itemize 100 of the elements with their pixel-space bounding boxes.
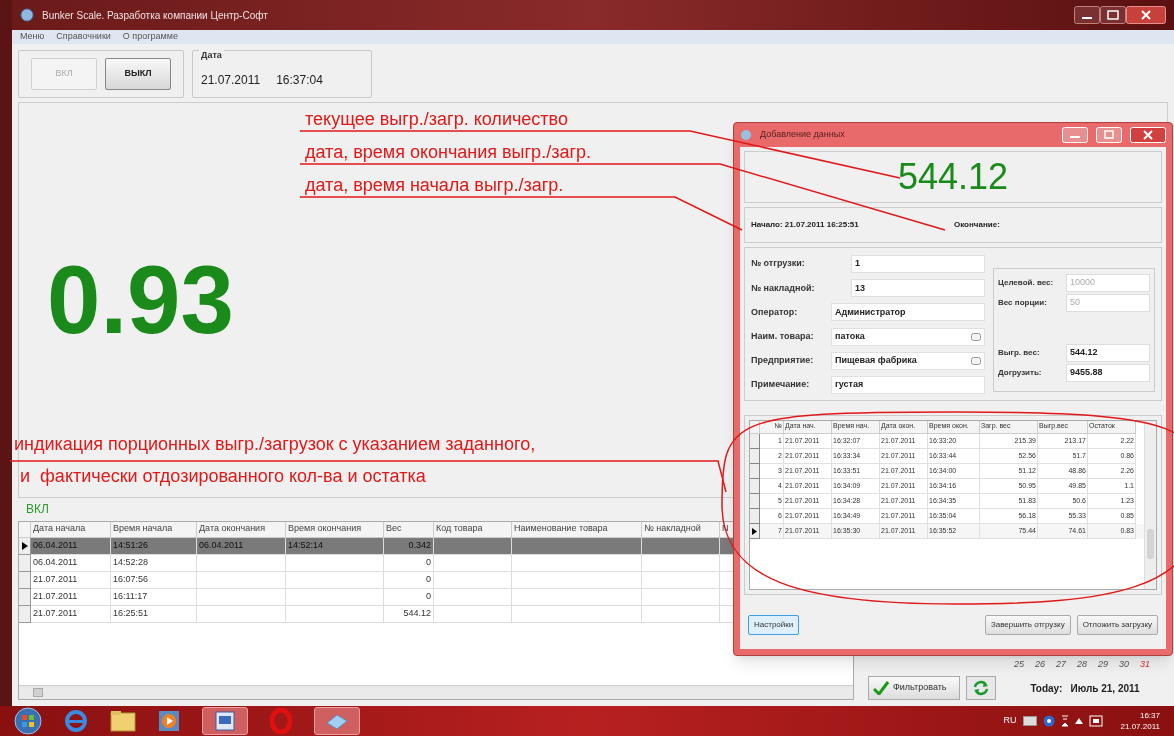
date-text: 21.07.2011 xyxy=(201,72,261,89)
input-field[interactable]: 9455.88 xyxy=(1066,364,1150,382)
close-button[interactable] xyxy=(1126,6,1166,24)
table-cell: 544.12 xyxy=(384,606,434,623)
field-label: Выгр. вес: xyxy=(998,347,1041,359)
table-cell: 14:52:14 xyxy=(286,538,384,555)
input-field[interactable]: 544.12 xyxy=(1066,344,1150,362)
today-label: Today: xyxy=(1030,681,1063,696)
row-pointer-icon xyxy=(21,542,28,550)
ellipsis-button[interactable] xyxy=(971,356,981,365)
power-button[interactable]: ВЫКЛ xyxy=(105,58,171,90)
group-title: Дата xyxy=(199,49,224,63)
vertical-scrollbar[interactable] xyxy=(1144,421,1156,589)
time-text: 16:37:04 xyxy=(276,72,323,89)
weight-readout: 544.12 xyxy=(897,159,1009,195)
network-icon[interactable] xyxy=(1060,714,1069,728)
table-cell: 21.07.2011 xyxy=(31,589,111,606)
row-pointer-icon xyxy=(752,527,757,535)
end-time: Окончание: xyxy=(954,219,1000,231)
keyboard-icon[interactable] xyxy=(1022,716,1037,726)
tray-arrow-icon[interactable] xyxy=(1074,718,1083,724)
input-field[interactable]: 13 xyxy=(851,279,985,298)
row-selector[interactable] xyxy=(19,538,31,555)
minimize-button[interactable] xyxy=(1074,6,1100,24)
column-header[interactable]: Время начала xyxy=(111,522,197,538)
column-header[interactable]: Дата начала xyxy=(31,522,111,538)
table-cell: 0 xyxy=(384,572,434,589)
column-header[interactable]: Вес xyxy=(384,522,434,538)
start-time: Начало: 21.07.2011 16:25:51 xyxy=(751,219,860,231)
refresh-button[interactable] xyxy=(966,676,996,700)
calendar-day[interactable]: 25 xyxy=(1013,658,1024,672)
ellipsis-button[interactable] xyxy=(971,332,981,341)
column-header[interactable]: № накладной xyxy=(642,522,720,538)
settings-button[interactable]: Настройки xyxy=(748,615,800,635)
table-cell: 14:52:28 xyxy=(111,555,197,572)
table-cell: 16:11:17 xyxy=(111,589,197,606)
filter-button[interactable]: Фильтровать xyxy=(868,676,960,700)
annotation-text: индикация порционных выгр./загрузок с указанием заданного, xyxy=(14,433,536,455)
monitor-icon[interactable] xyxy=(1088,715,1103,727)
table-cell: 21.07.2011 xyxy=(31,572,111,589)
calendar-day[interactable]: 30 xyxy=(1118,658,1129,672)
menu-item[interactable]: О программе xyxy=(122,30,178,44)
horizontal-scrollbar[interactable] xyxy=(19,685,853,699)
annotation-text: дата, время окончания выгр./загр. xyxy=(305,141,591,163)
field-label: Наим. товара: xyxy=(751,329,815,343)
maximize-button[interactable] xyxy=(1100,6,1126,24)
calendar-day[interactable]: 29 xyxy=(1097,658,1108,672)
clock[interactable]: 16:37 21.07.2011 xyxy=(1120,710,1160,732)
app-icon xyxy=(20,8,34,22)
status-label: ВКЛ xyxy=(26,501,49,518)
row-selector[interactable] xyxy=(750,524,760,539)
annotation-text: и фактически отдозированного кол-ва и остатка xyxy=(20,465,426,487)
field-label: Предприятие: xyxy=(751,354,815,367)
column-header[interactable]: Время окончания xyxy=(286,522,384,538)
window-title: Bunker Scale. Разработка компании Центр-Софт xyxy=(42,8,269,23)
menu-item[interactable]: Справочники xyxy=(56,30,111,44)
today-date[interactable]: Июль 21, 2011 xyxy=(1070,680,1140,696)
column-header[interactable]: Наименование товара xyxy=(512,522,642,538)
input-field[interactable]: 1 xyxy=(851,255,985,274)
field-label: Оператор: xyxy=(751,305,799,319)
menu-item[interactable]: Меню xyxy=(20,30,45,44)
table-cell: 06.04.2011 xyxy=(197,538,286,555)
ring-icon[interactable] xyxy=(270,708,292,734)
lookup-field[interactable]: Пищевая фабрика xyxy=(831,351,985,370)
field-label: № отгрузки: xyxy=(751,257,806,271)
taskbar-button[interactable] xyxy=(314,707,360,735)
input-field[interactable]: Администратор xyxy=(831,303,985,322)
input-field[interactable]: густая xyxy=(831,375,985,394)
table-cell: 16:07:56 xyxy=(111,572,197,589)
field-label: Догрузить: xyxy=(998,367,1043,379)
table-cell: 16:25:51 xyxy=(111,606,197,623)
calendar-day[interactable]: 28 xyxy=(1076,658,1087,672)
field-label: № накладной: xyxy=(751,281,816,295)
column-header[interactable]: Код товара xyxy=(434,522,512,538)
field-label: Вес порции: xyxy=(998,297,1048,309)
dialog-button[interactable]: Завершить отгрузку xyxy=(984,615,1071,635)
dialog-title: Добавление данных xyxy=(760,128,846,142)
calendar-day[interactable]: 26 xyxy=(1034,658,1045,672)
language-indicator[interactable]: RU xyxy=(1003,714,1017,728)
table-cell: 14:51:26 xyxy=(111,538,197,555)
table-cell: 06.04.2011 xyxy=(31,538,111,555)
table-cell: 06.04.2011 xyxy=(31,555,111,572)
table-cell: 0.342 xyxy=(384,538,434,555)
media-player-icon[interactable] xyxy=(158,710,180,732)
folder-icon[interactable] xyxy=(110,710,136,732)
calendar-day[interactable]: 31 xyxy=(1140,658,1150,672)
dialog-button[interactable]: Отложить загрузку xyxy=(1076,615,1158,635)
calendar-day[interactable]: 27 xyxy=(1055,658,1066,672)
lookup-field[interactable]: патока xyxy=(831,327,985,346)
table-cell: 0 xyxy=(384,555,434,572)
taskbar-button[interactable] xyxy=(202,707,248,735)
start-button[interactable] xyxy=(14,707,42,735)
app-icon xyxy=(740,129,752,141)
weight-readout: 0.93 xyxy=(47,252,234,348)
field-label: Целевой. вес: xyxy=(998,277,1055,289)
annotation-text: дата, время начала выгр./загр. xyxy=(305,174,564,196)
table-cell: 21.07.2011 xyxy=(31,606,111,623)
column-header[interactable]: Дата окончания xyxy=(197,522,286,538)
help-icon[interactable] xyxy=(1042,715,1055,727)
browser-icon[interactable] xyxy=(64,709,88,733)
